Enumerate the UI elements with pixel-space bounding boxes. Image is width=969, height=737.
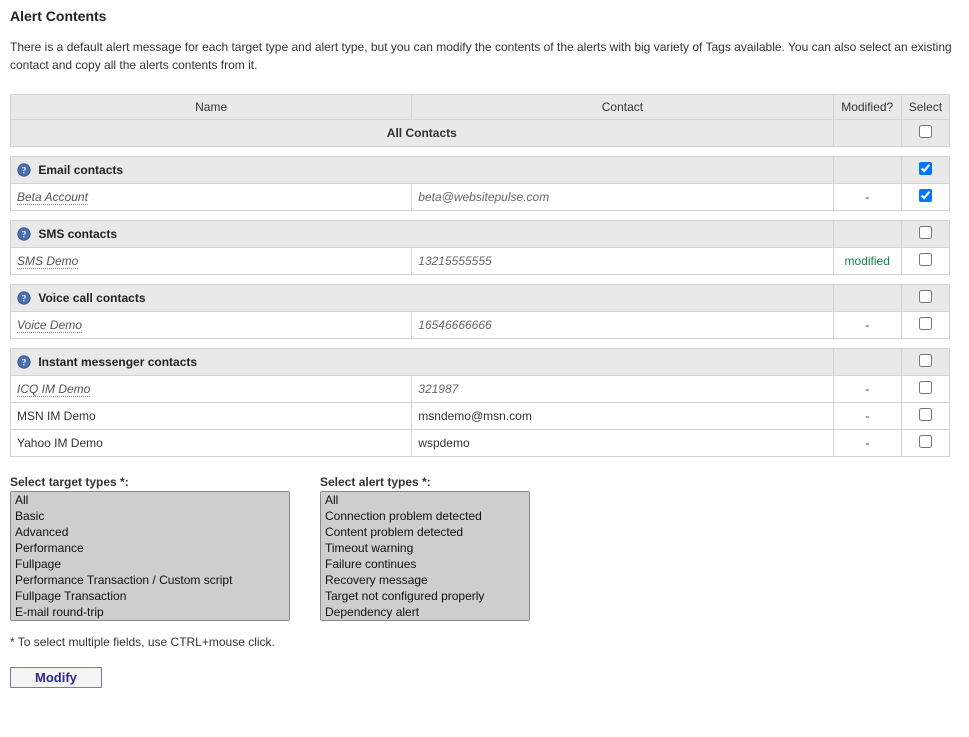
section-modified-cell [833,285,901,312]
target-types-label: Select target types *: [10,475,290,489]
section-title-text: Email contacts [38,163,123,177]
contact-name[interactable]: ICQ IM Demo [17,382,90,397]
page-title: Alert Contents [10,8,959,24]
contact-name[interactable]: Beta Account [17,190,88,205]
select-option[interactable]: Advanced [11,524,289,540]
svg-text:?: ? [22,294,27,304]
section-title-text: Voice call contacts [38,291,145,305]
row-checkbox[interactable] [919,317,932,330]
select-option[interactable]: Content problem detected [321,524,529,540]
section-header: ? Voice call contacts [11,285,834,312]
section-modified-cell [833,221,901,248]
contact-name[interactable]: SMS Demo [17,254,78,269]
help-icon[interactable]: ? [17,227,31,241]
section-modified-cell [833,349,901,376]
modified-indicator: - [865,436,869,450]
modified-indicator: - [865,409,869,423]
footnote-text: * To select multiple fields, use CTRL+mo… [10,635,959,649]
modified-indicator: - [865,318,869,332]
help-icon[interactable]: ? [17,355,31,369]
contact-name: MSN IM Demo [17,409,96,423]
col-select-header: Select [901,95,949,120]
select-option[interactable]: Recovery message [321,572,529,588]
row-checkbox[interactable] [919,381,932,394]
modified-link[interactable]: modified [845,254,890,268]
select-option[interactable]: Target not configured properly [321,588,529,604]
all-contacts-checkbox[interactable] [919,125,932,138]
select-option[interactable]: Timeout warning [321,540,529,556]
row-checkbox[interactable] [919,253,932,266]
intro-text: There is a default alert message for eac… [10,38,959,74]
contact-value: 16546666666 [418,318,491,332]
contacts-table: Name Contact Modified? Select All Contac… [10,94,950,457]
select-option[interactable]: All [321,492,529,508]
contact-name: Yahoo IM Demo [17,436,103,450]
section-header: ? SMS contacts [11,221,834,248]
modify-button[interactable]: Modify [10,667,102,688]
all-contacts-header: All Contacts [11,120,834,147]
section-modified-cell [833,157,901,184]
section-header: ? Email contacts [11,157,834,184]
row-checkbox[interactable] [919,408,932,421]
col-modified-header: Modified? [833,95,901,120]
svg-text:?: ? [22,166,27,176]
contact-value: 321987 [418,382,458,396]
col-contact-header: Contact [412,95,833,120]
contact-value: wspdemo [418,436,469,450]
alert-types-label: Select alert types *: [320,475,530,489]
section-checkbox[interactable] [919,226,932,239]
contact-name[interactable]: Voice Demo [17,318,82,333]
svg-text:?: ? [22,230,27,240]
select-option[interactable]: Connection problem detected [321,508,529,524]
select-option[interactable]: Fullpage Transaction [11,588,289,604]
select-option[interactable]: Performance Transaction / Custom script [11,572,289,588]
section-checkbox[interactable] [919,162,932,175]
row-checkbox[interactable] [919,189,932,202]
select-option[interactable]: Basic [11,508,289,524]
select-option[interactable]: All [11,492,289,508]
section-header: ? Instant messenger contacts [11,349,834,376]
contact-value: 13215555555 [418,254,491,268]
contact-value: msndemo@msn.com [418,409,532,423]
help-icon[interactable]: ? [17,163,31,177]
svg-text:?: ? [22,358,27,368]
row-checkbox[interactable] [919,435,932,448]
help-icon[interactable]: ? [17,291,31,305]
select-option[interactable]: Dependency alert [321,604,529,620]
select-option[interactable]: Performance [11,540,289,556]
section-title-text: Instant messenger contacts [38,355,197,369]
section-checkbox[interactable] [919,290,932,303]
target-types-select[interactable]: AllBasicAdvancedPerformanceFullpagePerfo… [10,491,290,621]
section-checkbox[interactable] [919,354,932,367]
all-contacts-modified-cell [833,120,901,147]
section-title-text: SMS contacts [38,227,117,241]
contact-value: beta@websitepulse.com [418,190,549,204]
select-option[interactable]: Fullpage [11,556,289,572]
modified-indicator: - [865,382,869,396]
select-option[interactable]: E-mail round-trip [11,604,289,620]
alert-types-select[interactable]: AllConnection problem detectedContent pr… [320,491,530,621]
modified-indicator: - [865,190,869,204]
select-option[interactable]: Failure continues [321,556,529,572]
col-name-header: Name [11,95,412,120]
